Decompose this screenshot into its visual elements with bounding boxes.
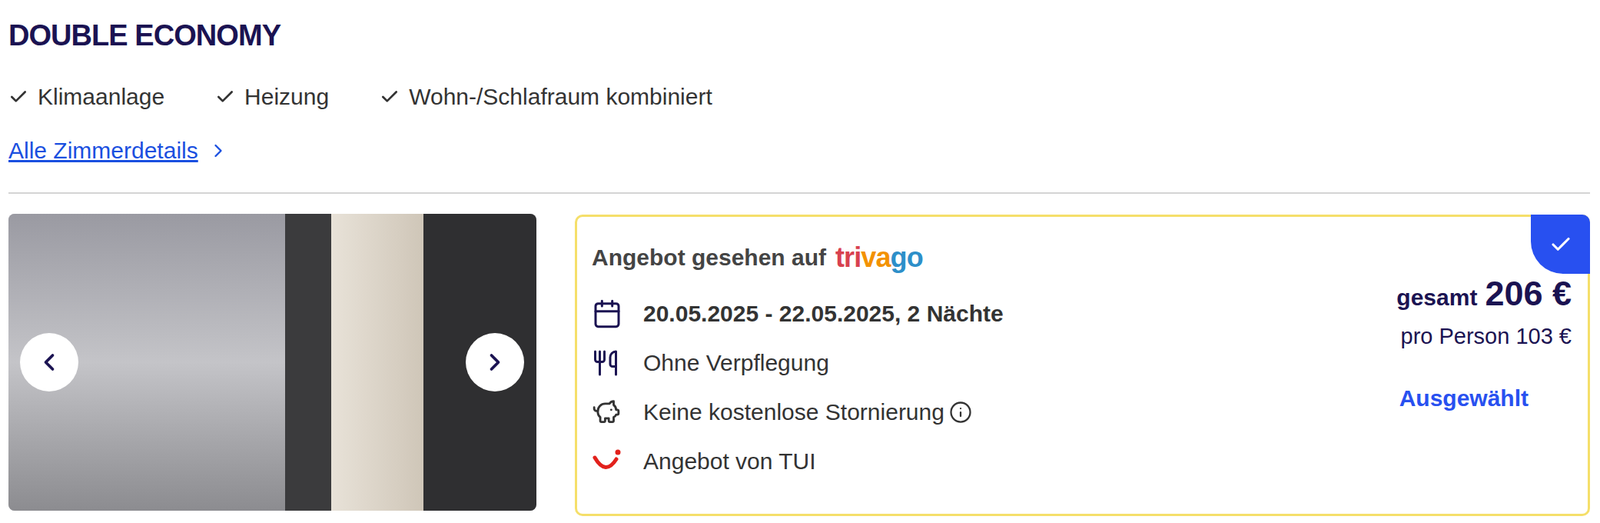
trivago-logo: trivago [835,242,923,273]
next-photo-button[interactable] [465,332,525,392]
room-offer-page: DOUBLE ECONOMY Klimaanlage Heizung Wohn-/Sc… [0,0,1600,523]
chevron-left-icon [35,348,64,376]
cutlery-icon [591,348,620,377]
offer-row: Angebot gesehen auftrivago 20.05.2025 - 2… [8,213,1591,516]
selected-status[interactable]: Ausgewählt [1399,382,1529,414]
check-icon [379,86,400,107]
dates-row: 20.05.2025 - 22.05.2025, 2 Nächte [591,288,1004,339]
room-title: DOUBLE ECONOMY [8,16,1591,54]
offer-info-row: Keine kostenlose Stornierung [591,387,1004,437]
feature-item: Wohn-/Schlafraum kombiniert [379,81,713,113]
piggy-bank-icon [591,397,621,427]
feature-item: Heizung [215,81,329,113]
chevron-right-icon [481,348,509,376]
offer-info-row: Angebot von TUI [591,436,1004,486]
room-photo [8,213,537,511]
feature-item: Klimaanlage [8,81,165,113]
source-row: Angebot gesehen auftrivago [591,242,1004,273]
info-icon[interactable] [949,400,973,424]
divider [8,192,1591,194]
offer-card[interactable]: Angebot gesehen auftrivago 20.05.2025 - 2… [574,214,1591,516]
tui-logo-icon [591,448,623,475]
calendar-icon [591,298,623,329]
room-details-link[interactable]: Alle Zimmerdetails [8,135,230,166]
total-price: gesamt206 € [1396,274,1572,313]
check-icon [8,86,29,107]
feature-list: Klimaanlage Heizung Wohn-/Schlafraum kombi… [8,81,1591,113]
check-icon [215,86,236,107]
offer-details: Angebot gesehen auftrivago 20.05.2025 - 2… [591,216,1004,514]
offer-info-row: Ohne Verpflegung [591,338,1004,388]
selected-badge [1530,214,1591,274]
previous-photo-button[interactable] [19,332,79,392]
per-person-price: pro Person 103 € [1400,321,1572,350]
chevron-right-icon [207,139,230,162]
check-icon [1549,232,1573,256]
